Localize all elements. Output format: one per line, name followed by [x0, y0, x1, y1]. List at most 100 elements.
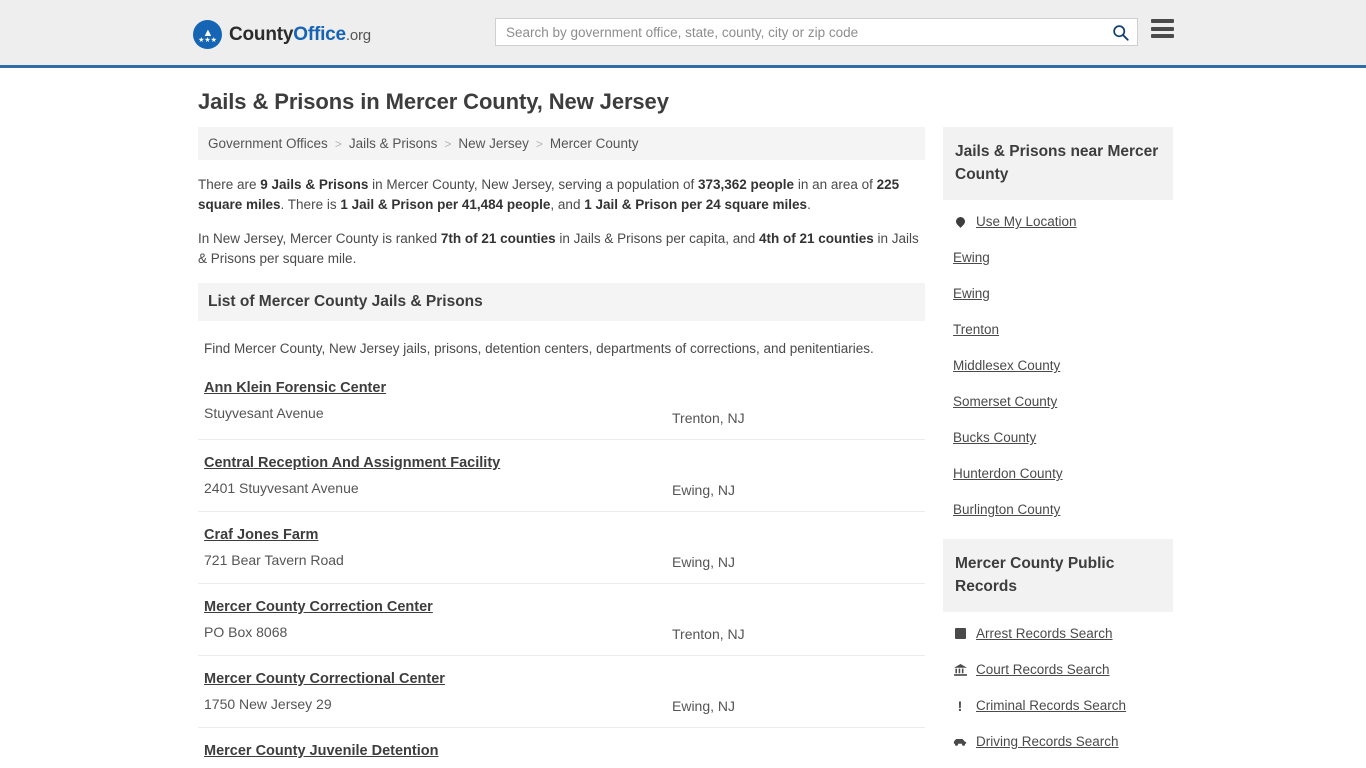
search-bar	[495, 18, 1138, 46]
breadcrumb: Government Offices > Jails & Prisons > N…	[198, 127, 925, 160]
logo-text: CountyOffice.org	[229, 24, 371, 46]
facility-row: Central Reception And Assignment Facilit…	[198, 439, 925, 511]
facility-row: Craf Jones Farm 721 Bear Tavern Road Ewi…	[198, 511, 925, 583]
nearby-item-label[interactable]: Hunterdon County	[953, 466, 1063, 481]
exclamation-icon: !	[957, 697, 963, 714]
hamburger-menu-icon[interactable]	[1151, 19, 1174, 38]
intro-text-fragment: There are	[198, 177, 261, 192]
nearby-item-label[interactable]: Bucks County	[953, 430, 1036, 445]
stat-rank-per-area: 4th of 21 counties	[758, 231, 874, 246]
nearby-item-label[interactable]: Middlesex County	[953, 358, 1060, 373]
intro-text-fragment: in Jails & Prisons per capita, and	[555, 231, 759, 246]
facility-row: Ann Klein Forensic Center Stuyvesant Ave…	[198, 374, 925, 439]
map-pin-icon	[953, 215, 967, 228]
record-item-label[interactable]: Driving Records Search	[976, 734, 1119, 749]
list-section-heading: List of Mercer County Jails & Prisons	[208, 293, 483, 310]
search-button[interactable]	[1103, 19, 1137, 45]
site-logo[interactable]: ▲ ★★★ CountyOffice.org	[193, 20, 371, 49]
stat-rank-per-capita: 7th of 21 counties	[440, 231, 556, 246]
facility-row: Mercer County Correctional Center 1750 N…	[198, 655, 925, 727]
nearby-item-bucks-county[interactable]: Bucks County	[953, 430, 1173, 445]
hamburger-bar	[1151, 19, 1174, 23]
intro-text: There are 9 Jails & Prisons in Mercer Co…	[198, 175, 925, 269]
hamburger-bar	[1151, 34, 1174, 38]
intro-text-fragment: .	[807, 197, 811, 212]
facility-address: PO Box 8068	[204, 624, 288, 640]
record-item-arrest-records[interactable]: Arrest Records Search	[953, 626, 1173, 641]
main-column: Government Offices > Jails & Prisons > N…	[198, 127, 925, 768]
breadcrumb-separator-icon: >	[444, 136, 452, 151]
facility-name-link[interactable]: Ann Klein Forensic Center	[204, 380, 386, 396]
car-icon	[953, 737, 967, 747]
logo-tld: .org	[345, 26, 371, 44]
intro-text-fragment: . There is	[280, 197, 341, 212]
breadcrumb-item-government-offices[interactable]: Government Offices	[208, 136, 328, 151]
facility-city: Ewing, NJ	[672, 482, 736, 498]
facility-address: 1750 New Jersey 29	[204, 696, 332, 712]
hamburger-bar	[1151, 26, 1174, 31]
nearby-item-ewing[interactable]: Ewing	[953, 250, 1173, 265]
public-records-panel-header: Mercer County Public Records	[943, 539, 1173, 612]
stat-population: 373,362 people	[698, 177, 795, 192]
nearby-item-use-my-location[interactable]: Use My Location	[953, 214, 1173, 229]
nearby-item-label[interactable]: Somerset County	[953, 394, 1057, 409]
facility-row: Mercer County Juvenile Detention 1440 Pa…	[198, 727, 925, 768]
breadcrumb-item-jails-prisons[interactable]: Jails & Prisons	[349, 136, 438, 151]
intro-paragraph-2: In New Jersey, Mercer County is ranked 7…	[198, 229, 925, 269]
facility-name-link[interactable]: Mercer County Correction Center	[204, 599, 433, 615]
nearby-item-ewing[interactable]: Ewing	[953, 286, 1173, 301]
nearby-item-label[interactable]: Use My Location	[976, 214, 1077, 229]
facility-row: Mercer County Correction Center PO Box 8…	[198, 583, 925, 655]
record-item-label[interactable]: Criminal Records Search	[976, 698, 1126, 713]
facility-name-link[interactable]: Central Reception And Assignment Facilit…	[204, 455, 500, 471]
intro-text-fragment: in Mercer County, New Jersey, serving a …	[368, 177, 698, 192]
public-records-panel-body: Arrest Records Search Court Records Sear…	[943, 612, 1173, 768]
nearby-item-label[interactable]: Ewing	[953, 250, 990, 265]
record-item-criminal-records[interactable]: ! Criminal Records Search	[953, 698, 1173, 713]
breadcrumb-separator-icon: >	[535, 136, 543, 151]
fingerprint-icon	[953, 628, 967, 639]
content-row: Government Offices > Jails & Prisons > N…	[198, 127, 1173, 768]
nearby-item-somerset-county[interactable]: Somerset County	[953, 394, 1173, 409]
logo-accent: Office	[293, 23, 346, 45]
nearby-item-hunterdon-county[interactable]: Hunterdon County	[953, 466, 1173, 481]
stat-facility-count: 9 Jails & Prisons	[260, 177, 369, 192]
nearby-item-trenton[interactable]: Trenton	[953, 322, 1173, 337]
record-item-court-records[interactable]: Court Records Search	[953, 662, 1173, 677]
nearby-item-label[interactable]: Burlington County	[953, 502, 1060, 517]
facility-address: Stuyvesant Avenue	[204, 405, 324, 421]
nearby-item-burlington-county[interactable]: Burlington County	[953, 502, 1173, 517]
record-item-label[interactable]: Arrest Records Search	[976, 626, 1113, 641]
nearby-item-middlesex-county[interactable]: Middlesex County	[953, 358, 1173, 373]
record-item-driving-records[interactable]: Driving Records Search	[953, 734, 1173, 749]
stat-per-capita: 1 Jail & Prison per 41,484 people	[340, 197, 551, 212]
page-title: Jails & Prisons in Mercer County, New Je…	[198, 89, 669, 114]
site-header: ▲ ★★★ CountyOffice.org	[0, 0, 1366, 68]
nearby-item-label[interactable]: Ewing	[953, 286, 990, 301]
nearby-panel: Jails & Prisons near Mercer County Use M…	[943, 127, 1173, 517]
breadcrumb-item-new-jersey[interactable]: New Jersey	[458, 136, 529, 151]
facility-city: Trenton, NJ	[672, 410, 745, 426]
intro-text-fragment: In New Jersey, Mercer County is ranked	[198, 231, 441, 246]
list-section-header: List of Mercer County Jails & Prisons	[198, 283, 925, 321]
facility-name-link[interactable]: Craf Jones Farm	[204, 527, 318, 543]
intro-text-fragment: in an area of	[794, 177, 877, 192]
public-records-panel-heading: Mercer County Public Records	[955, 555, 1115, 595]
record-item-label[interactable]: Court Records Search	[976, 662, 1110, 677]
facility-name-link[interactable]: Mercer County Correctional Center	[204, 671, 445, 687]
breadcrumb-separator-icon: >	[334, 136, 342, 151]
breadcrumb-item-mercer-county[interactable]: Mercer County	[550, 136, 639, 151]
facility-address: 721 Bear Tavern Road	[204, 552, 344, 568]
list-section-description: Find Mercer County, New Jersey jails, pr…	[204, 341, 874, 356]
facility-city: Trenton, NJ	[672, 626, 745, 642]
nearby-item-label[interactable]: Trenton	[953, 322, 999, 337]
courthouse-icon	[953, 663, 967, 676]
logo-prefix: County	[229, 23, 294, 45]
nearby-panel-heading: Jails & Prisons near Mercer County	[955, 143, 1159, 183]
search-input[interactable]	[496, 19, 1103, 45]
facility-name-link[interactable]: Mercer County Juvenile Detention	[204, 743, 438, 759]
intro-text-fragment: , and	[550, 197, 585, 212]
intro-paragraph-1: There are 9 Jails & Prisons in Mercer Co…	[198, 175, 925, 215]
search-icon	[1112, 24, 1129, 41]
facility-city: Ewing, NJ	[672, 698, 736, 714]
